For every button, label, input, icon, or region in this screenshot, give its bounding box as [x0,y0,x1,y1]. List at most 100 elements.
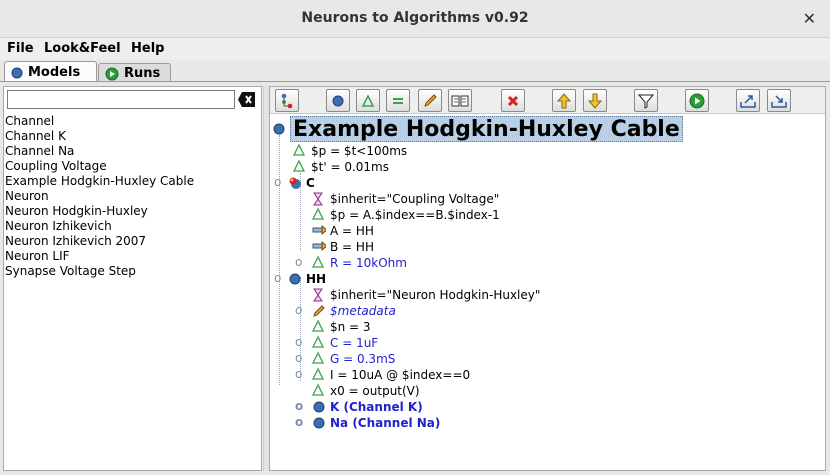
tree-row[interactable]: A = HH [312,223,374,239]
list-item[interactable]: Channel [5,114,194,129]
tree-root-label: Example Hodgkin-Huxley Cable [290,115,683,142]
close-icon[interactable]: ✕ [803,9,816,28]
green-play-icon [105,67,119,80]
tree-row-label: K (Channel K) [330,400,423,414]
tree-row[interactable]: o I = 10uA @ $index==0 [295,367,470,383]
list-item[interactable]: Neuron [5,189,194,204]
tree-row-label: C [306,176,315,190]
tree-row[interactable]: $n = 3 [312,319,371,335]
tree-row-part-hh[interactable]: o HH [274,271,326,287]
variable-icon [312,320,325,332]
tree-row[interactable]: B = HH [312,239,374,255]
clear-search-icon[interactable] [238,91,257,108]
tree-row-label: x0 = output(V) [330,384,420,398]
tree-root-row[interactable]: Example Hodgkin-Huxley Cable [272,115,683,142]
tree-row[interactable]: o C = 1uF [295,335,378,351]
tree-row-label: $n = 3 [330,320,371,334]
reference-book-button[interactable] [448,89,472,112]
variable-icon [312,384,325,396]
expander-icon[interactable]: o [295,415,303,429]
tree-row[interactable]: $p = A.$index==B.$index-1 [312,207,500,223]
list-item[interactable]: Neuron Izhikevich 2007 [5,234,194,249]
tree-row-label: Na (Channel Na) [330,416,441,430]
expander-icon[interactable]: o [295,335,302,349]
tree-row-part-c[interactable]: o C [274,175,315,191]
expander-icon[interactable]: o [295,255,302,269]
list-item[interactable]: Neuron Izhikevich [5,219,194,234]
tree-row[interactable]: x0 = output(V) [312,383,420,399]
list-item[interactable]: Channel K [5,129,194,144]
variable-icon [312,336,325,348]
delete-button[interactable] [501,89,525,112]
edit-icon [424,93,437,107]
tree-row-label: A = HH [330,224,374,238]
connection-icon [312,224,326,236]
tree-row-label: I = 10uA @ $index==0 [330,368,471,382]
tree-view-button[interactable] [275,89,299,112]
add-equation-icon [393,97,403,104]
tree-row-label: B = HH [330,240,374,254]
import-button[interactable] [767,89,791,112]
variable-icon [293,144,306,156]
tree-row[interactable]: $inherit="Coupling Voltage" [312,191,499,207]
tree-row[interactable]: $t' = 0.01ms [293,159,389,175]
menu-file[interactable]: File [7,41,34,56]
add-equation-button[interactable] [386,89,410,112]
list-item[interactable]: Channel Na [5,144,194,159]
inherit-icon [313,192,323,206]
variable-icon [312,352,325,364]
filter-icon [638,94,654,109]
add-part-button[interactable] [326,89,350,112]
expander-icon[interactable]: o [295,367,302,381]
editor-toolbar [270,87,825,114]
export-icon [740,94,756,108]
edit-button[interactable] [418,89,442,112]
tab-runs[interactable]: Runs [98,63,171,82]
tree-row[interactable]: o $metadata [295,303,396,319]
tree-row-label: $metadata [330,304,396,318]
tree-row-label: $p = $t<100ms [311,144,408,158]
blue-dot-icon [11,67,23,78]
part-icon [289,273,301,285]
list-item[interactable]: Example Hodgkin-Huxley Cable [5,174,194,189]
tree-row-label: R = 10kOhm [330,256,407,270]
expander-icon[interactable]: o [274,175,281,189]
expander-icon[interactable]: o [295,399,303,413]
list-item[interactable]: Coupling Voltage [5,159,194,174]
run-icon [689,93,705,108]
tree-row[interactable]: o G = 0.3mS [295,351,395,367]
tab-models[interactable]: Models [4,61,97,82]
model-list-panel: Channel Channel K Channel Na Coupling Vo… [3,86,262,471]
expander-icon[interactable]: o [295,351,302,365]
part-icon [289,177,301,189]
run-button[interactable] [685,89,709,112]
tree-row-part-k[interactable]: o K (Channel K) [295,399,423,415]
menu-look-and-feel[interactable]: Look&Feel [44,41,121,56]
list-item[interactable]: Neuron LIF [5,249,194,264]
tree-row-part-na[interactable]: o Na (Channel Na) [295,415,440,431]
filter-button[interactable] [634,89,658,112]
expander-icon[interactable]: o [274,271,281,285]
reference-book-icon [451,95,469,106]
list-item[interactable]: Neuron Hodgkin-Huxley [5,204,194,219]
tree-row[interactable]: $inherit="Neuron Hodgkin-Huxley" [312,287,540,303]
tree-row[interactable]: o R = 10kOhm [295,255,407,271]
model-list: Channel Channel K Channel Na Coupling Vo… [5,114,194,279]
inherit-icon [313,288,323,302]
import-icon [771,94,787,108]
tree-row-label: $t' = 0.01ms [311,160,389,174]
add-variable-button[interactable] [356,89,380,112]
search-input[interactable] [7,90,235,109]
move-up-button[interactable] [552,89,576,112]
add-variable-icon [361,93,375,107]
tree-row-label: $inherit="Coupling Voltage" [330,192,500,206]
move-down-button[interactable] [583,89,607,112]
tree-row[interactable]: $p = $t<100ms [293,143,407,159]
export-button[interactable] [736,89,760,112]
window-titlebar: Neurons to Algorithms v0.92 ✕ [0,0,830,38]
expander-icon[interactable]: o [295,303,302,317]
list-item[interactable]: Synapse Voltage Step [5,264,194,279]
menu-help[interactable]: Help [131,41,164,56]
tab-models-label: Models [28,65,81,80]
connection-icon [312,240,326,252]
